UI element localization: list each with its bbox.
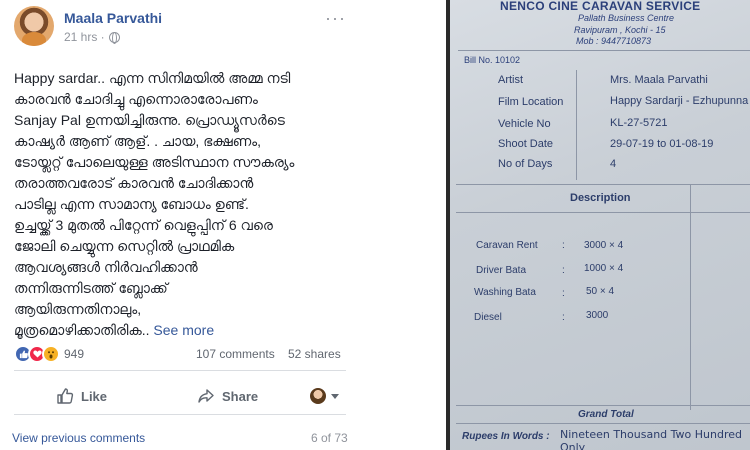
comments-count-link[interactable]: 107 comments (196, 347, 275, 361)
item-value-diesel: 3000 (586, 310, 609, 321)
caret-down-icon (331, 393, 339, 399)
actions-divider-top (14, 370, 346, 371)
shares-count-link[interactable]: 52 shares (288, 347, 341, 361)
field-label-film-location: Film Location (498, 96, 564, 108)
grand-total-bottom-rule (456, 423, 750, 424)
post-options-button[interactable]: ··· (325, 8, 346, 29)
amount-column-divider (690, 184, 691, 410)
share-label: Share (222, 388, 259, 404)
item-value-driver-bata: 1000 × 4 (584, 263, 624, 274)
actions-divider-bottom (14, 414, 346, 415)
field-label-shoot-date: Shoot Date (498, 138, 554, 150)
profile-mini-avatar (310, 388, 326, 404)
bill-company-name: NENCO CINE CARAVAN SERVICE (500, 0, 701, 13)
timestamp-text[interactable]: 21 hrs · (64, 30, 105, 44)
item-value-caravan-rent: 3000 × 4 (584, 240, 624, 251)
reactions-summary[interactable]: 949 (14, 345, 84, 363)
rupees-in-words-value: Nineteen Thousand Two Hundred Only (560, 428, 743, 450)
item-label-caravan-rent: Caravan Rent (476, 240, 538, 251)
description-header: Description (570, 192, 631, 204)
item-label-washing-bata: Washing Bata (474, 287, 536, 298)
field-value-artist: Mrs. Maala Parvathi (610, 74, 708, 86)
wow-reaction-icon (42, 345, 60, 363)
see-more-link[interactable]: See more (153, 322, 214, 338)
post-text: Happy sardar.. എന്ന സിനിമയിൽ അമ്മ നടി കാ… (14, 70, 295, 338)
rupees-in-words-label: Rupees In Words : (462, 431, 550, 442)
item-value-washing-bata: 50 × 4 (586, 286, 615, 297)
field-label-days: No of Days (498, 158, 553, 170)
facebook-post: Maala Parvathi 21 hrs · ··· Happy sardar… (0, 0, 358, 450)
bill-address-line2: Ravipuram , Kochi - 15 (574, 25, 666, 35)
post-timestamp[interactable]: 21 hrs · (64, 30, 120, 44)
bill-number: Bill No. 10102 (464, 55, 521, 65)
description-bottom-rule (456, 212, 750, 213)
share-arrow-icon (198, 389, 214, 403)
bill-header-rule (458, 50, 750, 51)
description-top-rule (456, 184, 750, 185)
share-button[interactable]: Share (197, 387, 258, 405)
like-button[interactable]: Like (56, 387, 107, 405)
item-colon: : (562, 240, 565, 251)
author-avatar[interactable] (14, 6, 54, 46)
caravan-bill-photo[interactable]: NENCO CINE CARAVAN SERVICE Pallath Busin… (450, 0, 750, 450)
reaction-count[interactable]: 949 (64, 347, 84, 361)
fields-divider (576, 70, 577, 180)
author-name[interactable]: Maala Parvathi (64, 10, 162, 26)
comments-page-count: 6 of 73 (311, 431, 348, 445)
field-value-days: 4 (610, 158, 617, 170)
field-value-vehicle-no: KL-27-5721 (610, 117, 668, 129)
field-label-artist: Artist (498, 74, 524, 86)
grand-total-top-rule (456, 405, 750, 406)
comment-as-selector[interactable] (310, 388, 339, 404)
grand-total-label: Grand Total (578, 409, 634, 420)
globe-icon (108, 31, 120, 44)
item-label-diesel: Diesel (474, 312, 502, 323)
item-colon: : (562, 288, 565, 299)
like-label: Like (81, 388, 108, 404)
item-colon: : (562, 312, 565, 323)
field-value-film-location: Happy Sardarji - Ezhupunna (610, 95, 749, 107)
item-colon: : (562, 265, 565, 276)
field-value-shoot-date: 29-07-19 to 01-08-19 (610, 138, 714, 150)
item-label-driver-bata: Driver Bata (476, 265, 527, 276)
separator-space (358, 0, 446, 450)
view-previous-comments-link[interactable]: View previous comments (12, 431, 145, 445)
post-actions-bar: Like Share (14, 378, 346, 414)
field-label-vehicle-no: Vehicle No (498, 118, 551, 130)
thumbs-up-icon (57, 388, 74, 404)
bill-phone: Mob : 9447710873 (576, 36, 652, 46)
post-body: Happy sardar.. എന്ന സിനിമയിൽ അമ്മ നടി കാ… (14, 68, 346, 341)
bill-address-line1: Pallath Business Centre (578, 13, 675, 23)
